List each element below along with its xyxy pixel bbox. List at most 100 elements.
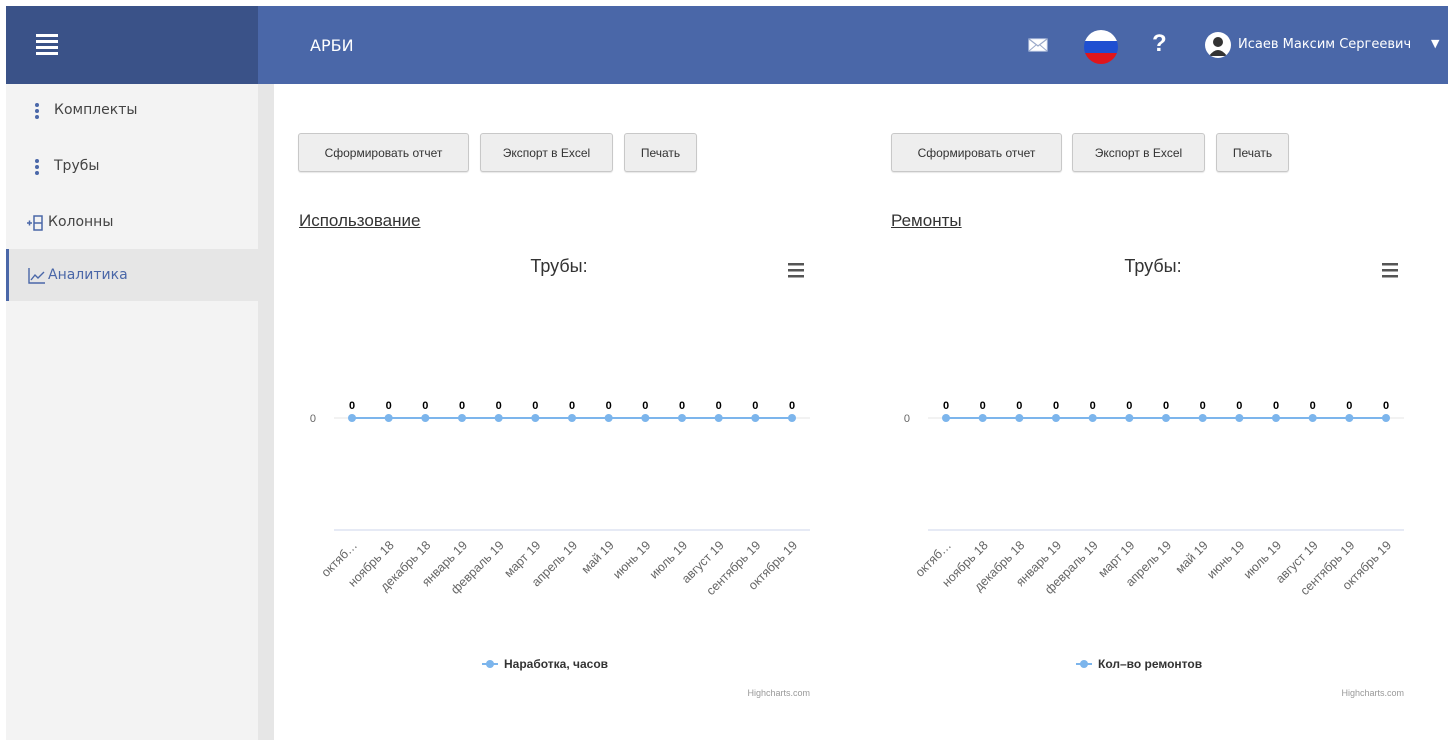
data-point (568, 414, 576, 422)
data-point (1345, 414, 1354, 422)
chart-menu-icon[interactable] (788, 263, 804, 278)
data-label: 0 (716, 400, 722, 412)
data-point (1052, 414, 1060, 422)
data-label: 0 (1200, 400, 1206, 412)
chart-menu-bar (788, 269, 804, 272)
sidebar-item-label: Колонны (48, 214, 114, 230)
brand-box (6, 6, 258, 84)
usage-section-link[interactable]: Использование (299, 211, 420, 231)
data-label: 0 (1053, 400, 1059, 412)
data-point (384, 414, 393, 422)
user-name[interactable]: Исаев Максим Сергеевич (1238, 37, 1411, 52)
data-label: 0 (1090, 400, 1096, 412)
vertical-dots-icon (35, 103, 39, 119)
chart-legend[interactable]: Кол–во ремонтов (1076, 657, 1202, 671)
sidebar-item-truby[interactable]: Трубы (6, 140, 258, 192)
data-label: 0 (1163, 400, 1169, 412)
data-label: 0 (679, 400, 685, 412)
data-point (1308, 414, 1317, 422)
data-label: 0 (569, 400, 575, 412)
export-excel-button[interactable]: Экспорт в Excel (1072, 133, 1205, 172)
sidebar-item-label: Комплекты (54, 102, 138, 118)
chevron-down-icon[interactable]: ▼ (1431, 37, 1439, 50)
data-label: 0 (532, 400, 538, 412)
app-title[interactable]: АРБИ (310, 36, 354, 55)
chart-menu-bar (1382, 275, 1398, 278)
header-bar: АРБИ ? Исаев Максим Сергеевич ▼ (258, 6, 1448, 84)
data-label: 0 (1310, 400, 1316, 412)
sidebar-item-label: Трубы (54, 158, 100, 174)
chart-credits: Highcharts.com (747, 688, 810, 698)
language-flag-icon[interactable] (1084, 30, 1118, 64)
hamburger-menu-icon[interactable] (36, 34, 58, 58)
chart-menu-bar (788, 275, 804, 278)
chart-menu-bar (1382, 269, 1398, 272)
x-tick-label: июнь 19 (610, 538, 653, 581)
data-point (531, 414, 540, 422)
data-label: 0 (1016, 400, 1022, 412)
chart-credits: Highcharts.com (1341, 688, 1404, 698)
help-icon[interactable]: ? (1152, 30, 1167, 58)
data-label: 0 (789, 400, 795, 412)
repairs-panel: Сформировать отчет Экспорт в Excel Печат… (888, 84, 1448, 740)
data-point (714, 414, 723, 422)
export-excel-button[interactable]: Экспорт в Excel (480, 133, 613, 172)
sidebar-item-komplekty[interactable]: Комплекты (6, 84, 258, 136)
print-button[interactable]: Печать (1216, 133, 1289, 172)
data-label: 0 (980, 400, 986, 412)
sidebar: Комплекты Трубы Колонны Аналитика (6, 84, 258, 740)
generate-report-button[interactable]: Сформировать отчет (891, 133, 1062, 172)
y-tick-label: 0 (904, 413, 910, 425)
sidebar-item-kolonny[interactable]: Колонны (6, 196, 258, 248)
data-point (494, 414, 503, 422)
legend-label: Кол–во ремонтов (1098, 657, 1202, 671)
data-point (458, 414, 466, 422)
content-gutter (258, 84, 274, 740)
data-point (1235, 414, 1244, 422)
line-chart-icon (28, 268, 45, 284)
data-label: 0 (386, 400, 392, 412)
chart-menu-icon[interactable] (1382, 263, 1398, 278)
data-point (1198, 414, 1207, 422)
column-add-icon (27, 215, 43, 231)
data-label: 0 (1383, 400, 1389, 412)
sidebar-item-analitika[interactable]: Аналитика (6, 249, 258, 301)
chart-legend[interactable]: Наработка, часов (482, 657, 608, 671)
data-label: 0 (752, 400, 758, 412)
usage-panel: Сформировать отчет Экспорт в Excel Печат… (294, 84, 854, 740)
data-point (1125, 414, 1134, 422)
repairs-section-link[interactable]: Ремонты (891, 211, 962, 231)
chart-menu-bar (788, 263, 804, 266)
data-point (604, 414, 613, 422)
y-tick-label: 0 (310, 413, 316, 425)
chart-title: Трубы: (1124, 256, 1181, 276)
user-avatar-icon[interactable] (1205, 32, 1231, 58)
data-label: 0 (943, 400, 949, 412)
data-label: 0 (422, 400, 428, 412)
vertical-dots-icon (35, 159, 39, 175)
data-label: 0 (349, 400, 355, 412)
legend-marker (1080, 660, 1088, 668)
data-label: 0 (1273, 400, 1279, 412)
data-point (1382, 414, 1390, 422)
data-point (1088, 414, 1097, 422)
data-label: 0 (1126, 400, 1132, 412)
data-point (641, 414, 650, 422)
x-tick-label: июнь 19 (1204, 538, 1247, 581)
repairs-chart: Трубы:00 0 0 0 0 0 0 0 0 0 0 0 0октяб…ноябрь 18декаб… (904, 256, 1404, 698)
data-point (1015, 414, 1024, 422)
data-point (678, 414, 686, 422)
chart-menu-bar (1382, 263, 1398, 266)
generate-report-button[interactable]: Сформировать отчет (298, 133, 469, 172)
mail-icon[interactable] (1028, 37, 1048, 53)
data-point (978, 414, 987, 422)
usage-chart: Трубы:00 0 0 0 0 0 0 0 0 0 0 0 0октяб…ноябрь 18декаб… (310, 256, 810, 698)
data-label: 0 (459, 400, 465, 412)
data-label: 0 (1236, 400, 1242, 412)
print-button[interactable]: Печать (624, 133, 697, 172)
top-bar: АРБИ ? Исаев Максим Сергеевич ▼ (0, 0, 1454, 84)
data-label: 0 (496, 400, 502, 412)
data-point (751, 414, 760, 422)
data-label: 0 (606, 400, 612, 412)
legend-marker (486, 660, 494, 668)
